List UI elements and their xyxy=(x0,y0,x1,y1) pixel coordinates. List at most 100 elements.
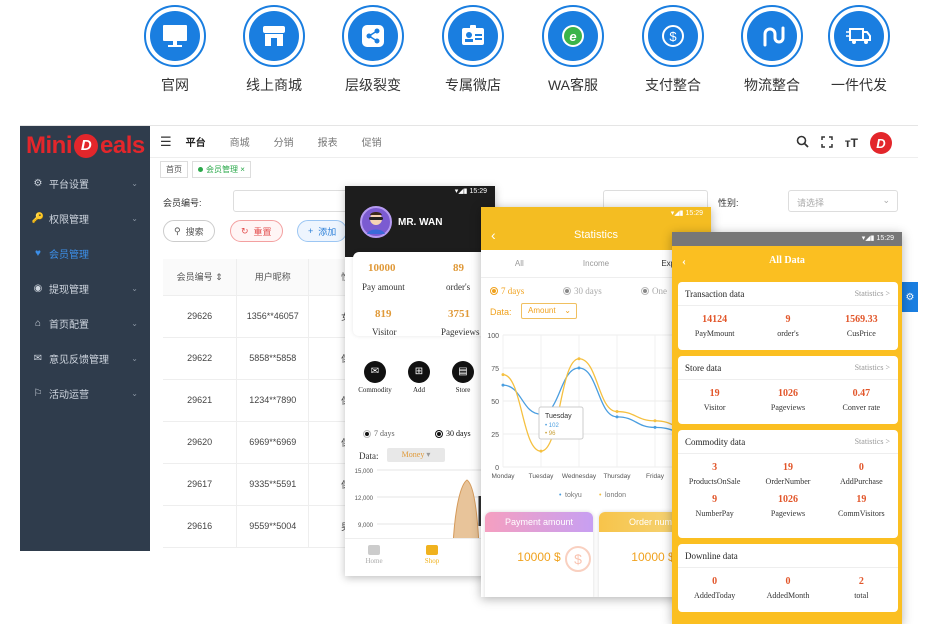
sidebar-item-gear[interactable]: ⚙ 平台设置 ⌄ xyxy=(20,166,150,201)
section-title-text: Transaction data xyxy=(685,289,745,299)
radio-circle xyxy=(641,287,649,295)
feature-item[interactable]: 一件代发 xyxy=(814,5,904,95)
tab-4[interactable]: 促销 xyxy=(362,134,382,149)
series-line-london xyxy=(502,358,694,452)
data-row: 0 AddedToday 0 AddedMonth 2 total xyxy=(678,568,898,600)
tab-shop[interactable]: Shop xyxy=(403,539,461,576)
gender-select[interactable]: 请选择 ⌄ xyxy=(788,190,898,212)
tab-home[interactable]: Home xyxy=(345,539,403,576)
data-label: CommVisitors xyxy=(838,509,885,518)
table-cell: 1234**7890 xyxy=(236,379,310,422)
avatar[interactable]: D xyxy=(870,132,892,154)
user-name: MR. WAN xyxy=(398,217,443,228)
font-size-icon[interactable]: тT xyxy=(845,136,858,150)
data-cell: 0.47 Conver rate xyxy=(825,380,898,412)
crumb-home[interactable]: 首页 xyxy=(160,161,188,178)
menu-toggle-icon[interactable]: ☰ xyxy=(160,134,172,150)
stat-label: Pageviews xyxy=(441,327,480,337)
top-tabs: 平台 商城 分销 报表 促销 xyxy=(186,134,406,149)
crumb-current[interactable]: 会员管理 × xyxy=(192,161,251,178)
withdraw-icon: ◉ xyxy=(33,283,43,294)
data-select[interactable]: Money ▾ xyxy=(387,448,445,462)
card-title: Payment amount xyxy=(485,512,593,532)
data-select[interactable]: Amount ⌄ xyxy=(521,303,577,319)
radio-30days[interactable]: 30 days xyxy=(435,429,471,438)
sidebar-item-campaign[interactable]: ⚐ 活动运营 ⌄ xyxy=(20,376,150,411)
legend-dot: • xyxy=(599,492,602,499)
radio-7days[interactable]: 7 days xyxy=(363,429,395,438)
tab-income[interactable]: Income xyxy=(558,250,635,277)
column-header[interactable]: 会员编号 ⇕ xyxy=(163,259,238,296)
tab-2[interactable]: 分销 xyxy=(274,134,294,149)
column-header[interactable]: 用户昵称 xyxy=(236,259,310,296)
radio-label: 7 days xyxy=(374,429,395,438)
radio-7days[interactable]: 7 days xyxy=(490,286,524,296)
radio-label: 30 days xyxy=(446,429,471,438)
feature-item[interactable]: $ 支付整合 xyxy=(628,5,718,95)
tooltip-title: Tuesday xyxy=(545,413,572,420)
feature-item[interactable]: e WA客服 xyxy=(528,5,618,95)
logo: Mini Deals xyxy=(20,126,150,166)
status-bar: ▾◢▮ 15:29 xyxy=(672,232,902,246)
sidebar-item-withdraw[interactable]: ◉ 提现管理 ⌄ xyxy=(20,271,150,306)
data-value: 9 xyxy=(712,494,718,505)
sidebar-item-key[interactable]: 🔑 权限管理 ⌄ xyxy=(20,201,150,236)
tab-3[interactable]: 报表 xyxy=(318,134,338,149)
data-cell: 1026 Pageviews xyxy=(751,486,824,518)
sidebar-item-home[interactable]: ⌂ 首页配置 ⌄ xyxy=(20,306,150,341)
data-cell: 0 AddPurchase xyxy=(825,454,898,486)
payment-amount-card[interactable]: Payment amount 10000 $ $ xyxy=(485,512,593,597)
add-button-label: 添加 xyxy=(318,226,337,237)
y-tick-label: 25 xyxy=(491,432,499,439)
quick-commodity[interactable]: ✉ Commodity xyxy=(353,361,397,394)
reset-button[interactable]: ↻ 重置 xyxy=(230,220,283,242)
sidebar-item-mail[interactable]: ✉ 意见反馈管理 ⌄ xyxy=(20,341,150,376)
sidebar-item-member[interactable]: ♥ 会员管理 xyxy=(20,236,150,271)
member-no-input[interactable] xyxy=(233,190,353,212)
feature-label: 一件代发 xyxy=(831,77,887,93)
radio-one[interactable]: One xyxy=(641,286,667,296)
y-tick-label: 50 xyxy=(491,399,499,406)
section-title-text: Downline data xyxy=(685,551,738,561)
bottom-tabbar: Home Shop xyxy=(345,538,495,576)
avatar[interactable] xyxy=(360,206,392,238)
settings-gear-tab[interactable]: ⚙ xyxy=(902,282,918,312)
radio-30days[interactable]: 30 days xyxy=(563,286,602,296)
section-title: Store data Statistics > xyxy=(678,356,898,380)
data-value: 0 xyxy=(858,462,864,473)
quick-actions: ✉ Commodity ⊞ Add ▤ Store xyxy=(353,361,495,394)
quick-label: Add xyxy=(412,386,426,394)
chevron-down-icon: ⌄ xyxy=(131,389,138,398)
quick-add[interactable]: ⊞ Add xyxy=(397,361,441,394)
feature-item[interactable]: 专属微店 xyxy=(428,5,518,95)
quick-store[interactable]: ▤ Store xyxy=(441,361,485,394)
chart-legend: • tokyu • london xyxy=(559,492,626,499)
search-button[interactable]: ⚲ 搜索 xyxy=(163,220,215,242)
search-icon[interactable] xyxy=(796,135,809,151)
statistics-link[interactable]: Statistics > xyxy=(855,282,890,306)
close-icon[interactable]: × xyxy=(240,165,245,174)
inbox-icon: ✉ xyxy=(364,361,386,383)
radio-circle xyxy=(363,429,371,438)
feature-item[interactable]: 层级裂变 xyxy=(328,5,418,95)
share-icon xyxy=(348,11,398,61)
home-icon: ⌂ xyxy=(34,318,42,329)
feature-item[interactable]: 线上商城 xyxy=(229,5,319,95)
tab-0[interactable]: 平台 xyxy=(186,134,206,149)
tab-all[interactable]: All xyxy=(481,250,558,277)
data-cell: 9 order's xyxy=(751,306,824,338)
data-select-value: Money xyxy=(401,450,425,459)
fullscreen-icon[interactable] xyxy=(821,135,833,151)
back-icon[interactable]: ‹ xyxy=(491,220,496,250)
back-icon[interactable]: ‹ xyxy=(682,246,686,276)
data-value: 0 xyxy=(785,576,791,587)
add-button[interactable]: + 添加 xyxy=(297,220,348,242)
gender-label: 性别: xyxy=(718,198,739,208)
statistics-link[interactable]: Statistics > xyxy=(855,356,890,380)
statistics-link[interactable]: Statistics > xyxy=(855,430,890,454)
feature-label: 线上商城 xyxy=(246,77,302,93)
feature-item[interactable]: 物流整合 xyxy=(727,5,817,95)
sidebar-item-label: 提现管理 xyxy=(49,285,89,296)
tab-1[interactable]: 商城 xyxy=(230,134,250,149)
feature-item[interactable]: 官网 xyxy=(130,5,220,95)
